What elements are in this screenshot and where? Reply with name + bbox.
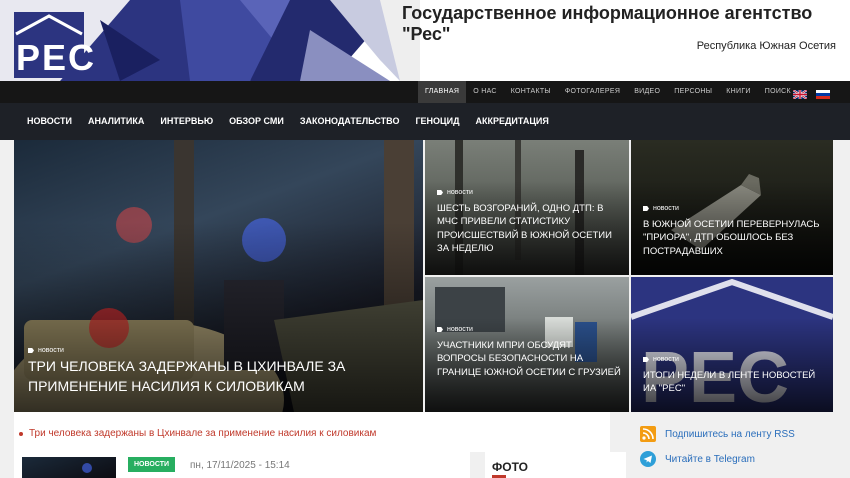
tag-icon: [437, 190, 443, 195]
telegram-icon: [640, 451, 656, 467]
top-nav-item[interactable]: ФОТОГАЛЕРЕЯ: [558, 81, 627, 103]
main-nav-item[interactable]: АККРЕДИТАЦИЯ: [468, 103, 557, 140]
rss-icon: [640, 426, 656, 442]
news-tile[interactable]: новости Участники МПРИ обсудят вопросы б…: [425, 277, 629, 412]
news-date: пн, 17/11/2025 - 15:14: [190, 460, 290, 471]
main-nav-item[interactable]: ОБЗОР СМИ: [221, 103, 292, 140]
tile-title[interactable]: Участники МПРИ обсудят вопросы безопасно…: [437, 339, 622, 379]
news-tile-featured[interactable]: новости Три человека задержаны в Цхинвал…: [14, 140, 423, 412]
tile-title[interactable]: Шесть возгораний, одно ДТП: в МЧС привел…: [437, 202, 622, 255]
tile-title[interactable]: В Южной Осетии перевернулась "Приора", Д…: [643, 218, 828, 258]
news-tile[interactable]: новости Шесть возгораний, одно ДТП: в МЧ…: [425, 140, 629, 275]
top-nav-item[interactable]: ГЛАВНАЯ: [418, 81, 467, 103]
tile-category[interactable]: новости: [643, 356, 679, 363]
main-nav-item[interactable]: НОВОСТИ: [19, 103, 80, 140]
site-title[interactable]: Государственное информационное агентство…: [402, 3, 850, 45]
tile-category-label: новости: [447, 326, 473, 333]
tag-icon: [28, 348, 34, 353]
main-nav-item[interactable]: ГЕНОЦИД: [407, 103, 467, 140]
tile-category[interactable]: новости: [437, 326, 473, 333]
photo-widget-title: ФОТО: [492, 460, 528, 474]
site-subtitle: Республика Южная Осетия: [696, 40, 836, 52]
tile-category-label: новости: [653, 356, 679, 363]
top-nav-item[interactable]: КНИГИ: [719, 81, 758, 103]
tile-category-label: новости: [653, 205, 679, 212]
telegram-link[interactable]: Читайте в Telegram: [640, 451, 755, 467]
tile-title[interactable]: Итоги недели в ленте новостей ИА "Рес": [643, 369, 828, 396]
bullet-icon: [19, 432, 23, 436]
logo-text: РЕС: [16, 37, 97, 78]
tile-category[interactable]: новости: [643, 205, 679, 212]
news-ticker: Три человека задержаны в Цхинвале за при…: [14, 412, 610, 452]
main-nav-item[interactable]: ИНТЕРВЬЮ: [152, 103, 221, 140]
tile-category-label: новости: [38, 347, 64, 354]
tile-category-label: новости: [447, 189, 473, 196]
tag-icon: [643, 357, 649, 362]
top-nav-item[interactable]: ПОИСК: [758, 81, 798, 103]
top-nav-item[interactable]: ВИДЕО: [627, 81, 667, 103]
rss-link[interactable]: Подпишитесь на ленту RSS: [640, 426, 795, 442]
site-header: РЕС Государственное информационное агент…: [0, 0, 850, 81]
main-nav-item[interactable]: ЗАКОНОДАТЕЛЬСТВО: [292, 103, 408, 140]
tile-category[interactable]: новости: [437, 189, 473, 196]
main-nav-item[interactable]: АНАЛИТИКА: [80, 103, 152, 140]
top-nav-item[interactable]: ПЕРСОНЫ: [667, 81, 719, 103]
news-thumbnail[interactable]: [22, 457, 116, 478]
tile-category[interactable]: новости: [28, 347, 64, 354]
rss-link-label: Подпишитесь на ленту RSS: [665, 428, 795, 440]
tag-icon: [437, 327, 443, 332]
ticker-link[interactable]: Три человека задержаны в Цхинвале за при…: [29, 428, 376, 439]
tag-icon: [643, 206, 649, 211]
top-nav-item[interactable]: О НАС: [466, 81, 504, 103]
telegram-link-label: Читайте в Telegram: [665, 453, 755, 465]
uk-flag-icon[interactable]: [793, 90, 807, 99]
tile-title[interactable]: Три человека задержаны в Цхинвале за при…: [28, 357, 358, 396]
news-tile[interactable]: новости В Южной Осетии перевернулась "Пр…: [631, 140, 833, 275]
category-badge[interactable]: НОВОСТИ: [128, 457, 176, 472]
top-nav-item[interactable]: КОНТАКТЫ: [504, 81, 558, 103]
tile-shade: [631, 317, 833, 412]
ru-flag-icon[interactable]: [816, 90, 830, 99]
main-nav: НОВОСТИ АНАЛИТИКА ИНТЕРВЬЮ ОБЗОР СМИ ЗАК…: [0, 103, 850, 140]
top-nav: ГЛАВНАЯ О НАС КОНТАКТЫ ФОТОГАЛЕРЕЯ ВИДЕО…: [0, 81, 850, 103]
news-tile[interactable]: PEC новости Итоги недели в ленте новосте…: [631, 277, 833, 412]
